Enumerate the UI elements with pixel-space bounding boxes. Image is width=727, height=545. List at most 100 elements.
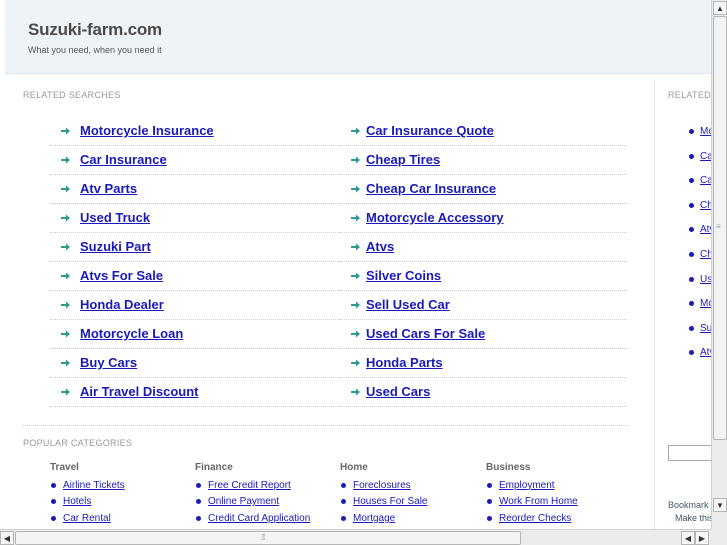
- category-item[interactable]: Free Credit Report: [195, 477, 310, 494]
- related-search-link[interactable]: Honda Dealer: [80, 297, 164, 312]
- horizontal-scroll-thumb[interactable]: ⁞⁞⁞: [15, 531, 521, 545]
- sidebar-link[interactable]: Mc: [700, 126, 711, 137]
- vertical-scroll-thumb[interactable]: ≡: [713, 16, 727, 440]
- category-item[interactable]: Houses For Sale: [340, 494, 427, 511]
- category-link[interactable]: Car Rental: [63, 513, 111, 524]
- related-search-link[interactable]: Atv Parts: [80, 181, 137, 196]
- related-search-item[interactable]: Cheap Car Insurance: [340, 181, 496, 196]
- related-search-link[interactable]: Air Travel Discount: [80, 384, 198, 399]
- bullet-dot-icon: [689, 129, 694, 134]
- related-search-item[interactable]: Car Insurance Quote: [340, 123, 494, 138]
- related-search-item[interactable]: Atv Parts: [50, 181, 137, 196]
- related-search-item[interactable]: Cheap Tires: [340, 152, 440, 167]
- category-item[interactable]: Employment: [486, 477, 578, 494]
- category-item[interactable]: Airline Tickets: [50, 477, 125, 494]
- sidebar-link[interactable]: Ch: [700, 249, 711, 260]
- vertical-scrollbar[interactable]: ▲ ≡ ▼: [711, 0, 727, 529]
- related-search-link[interactable]: Buy Cars: [80, 355, 137, 370]
- related-search-item[interactable]: Atvs For Sale: [50, 268, 163, 283]
- related-search-item[interactable]: Honda Parts: [340, 355, 443, 370]
- category-link[interactable]: Hotels: [63, 496, 91, 507]
- related-search-link[interactable]: Used Cars: [366, 384, 430, 399]
- related-search-item[interactable]: Honda Dealer: [50, 297, 164, 312]
- category-item[interactable]: Mortgage: [340, 510, 427, 527]
- related-search-link[interactable]: Used Cars For Sale: [366, 326, 485, 341]
- category-item[interactable]: Credit Card Application: [195, 510, 310, 527]
- scroll-right-button[interactable]: ▶: [695, 531, 709, 545]
- right-arrow-icon: [350, 329, 362, 339]
- sidebar-link[interactable]: Ca: [700, 151, 711, 162]
- related-search-item[interactable]: Motorcycle Loan: [50, 326, 183, 341]
- sidebar-item[interactable]: Ch: [688, 200, 711, 211]
- related-search-item[interactable]: Used Cars For Sale: [340, 326, 485, 341]
- related-search-link[interactable]: Silver Coins: [366, 268, 441, 283]
- sidebar-item[interactable]: Ca: [688, 151, 711, 162]
- related-search-link[interactable]: Car Insurance Quote: [366, 123, 494, 138]
- category-item[interactable]: Car Rental: [50, 510, 125, 527]
- sidebar-search-input[interactable]: [668, 445, 711, 461]
- related-search-link[interactable]: Cheap Tires: [366, 152, 440, 167]
- related-search-link[interactable]: Atvs For Sale: [80, 268, 163, 283]
- category-link[interactable]: Credit Card Application: [208, 513, 310, 524]
- related-search-link[interactable]: Honda Parts: [366, 355, 443, 370]
- category-link[interactable]: Foreclosures: [353, 480, 411, 491]
- category-link[interactable]: Reorder Checks: [499, 513, 571, 524]
- site-title[interactable]: Suzuki-farm.com: [28, 20, 162, 40]
- related-search-item[interactable]: Motorcycle Insurance: [50, 123, 214, 138]
- related-search-item[interactable]: Sell Used Car: [340, 297, 450, 312]
- related-search-link[interactable]: Cheap Car Insurance: [366, 181, 496, 196]
- sidebar-item[interactable]: Ca: [688, 175, 711, 186]
- category-link[interactable]: Work From Home: [499, 496, 578, 507]
- related-search-item[interactable]: Silver Coins: [340, 268, 441, 283]
- category-item[interactable]: Reorder Checks: [486, 510, 578, 527]
- bookmark-link[interactable]: Bookmark: [668, 500, 709, 510]
- related-search-item[interactable]: Motorcycle Accessory: [340, 210, 504, 225]
- sidebar-item[interactable]: Mc: [688, 126, 711, 137]
- related-search-item[interactable]: Atvs: [340, 239, 394, 254]
- related-search-item[interactable]: Car Insurance: [50, 152, 167, 167]
- sidebar-link[interactable]: Ca: [700, 175, 711, 186]
- sidebar-link[interactable]: Atv: [700, 347, 711, 358]
- sidebar-item[interactable]: Atv: [688, 347, 711, 358]
- related-search-item[interactable]: Used Cars: [340, 384, 430, 399]
- category-link[interactable]: Free Credit Report: [208, 480, 291, 491]
- sidebar-link[interactable]: Us: [700, 274, 711, 285]
- related-search-item[interactable]: Suzuki Part: [50, 239, 151, 254]
- related-search-item[interactable]: Buy Cars: [50, 355, 137, 370]
- sidebar-link[interactable]: Mc: [700, 298, 711, 309]
- related-search-link[interactable]: Motorcycle Loan: [80, 326, 183, 341]
- category-link[interactable]: Houses For Sale: [353, 496, 427, 507]
- sidebar-item[interactable]: Atv: [688, 224, 711, 235]
- related-search-item[interactable]: Used Truck: [50, 210, 150, 225]
- related-search-item[interactable]: Air Travel Discount: [50, 384, 198, 399]
- horizontal-scrollbar[interactable]: ◀ ⁞⁞⁞ ◀ ▶: [0, 529, 711, 545]
- make-homepage-link[interactable]: Make this: [675, 513, 711, 523]
- related-search-link[interactable]: Motorcycle Accessory: [366, 210, 504, 225]
- related-search-link[interactable]: Sell Used Car: [366, 297, 450, 312]
- sidebar-link[interactable]: Atv: [700, 224, 711, 235]
- related-search-link[interactable]: Used Truck: [80, 210, 150, 225]
- category-item[interactable]: Work From Home: [486, 494, 578, 511]
- scroll-left-button[interactable]: ◀: [0, 531, 14, 545]
- category-item[interactable]: Hotels: [50, 494, 125, 511]
- related-search-link[interactable]: Atvs: [366, 239, 394, 254]
- sidebar-item[interactable]: Su: [688, 323, 711, 334]
- category-link[interactable]: Airline Tickets: [63, 480, 125, 491]
- bullet-dot-icon: [689, 276, 694, 282]
- scroll-left-button-2[interactable]: ◀: [681, 531, 695, 545]
- sidebar-item[interactable]: Ch: [688, 249, 711, 260]
- sidebar-item[interactable]: Us: [688, 274, 711, 285]
- related-search-link[interactable]: Car Insurance: [80, 152, 167, 167]
- sidebar-link[interactable]: Ch: [700, 200, 711, 211]
- category-link[interactable]: Online Payment: [208, 496, 279, 507]
- category-link[interactable]: Mortgage: [353, 513, 395, 524]
- scroll-up-button[interactable]: ▲: [713, 1, 727, 15]
- scroll-down-button[interactable]: ▼: [713, 498, 727, 512]
- category-item[interactable]: Foreclosures: [340, 477, 427, 494]
- category-link[interactable]: Employment: [499, 480, 555, 491]
- category-item[interactable]: Online Payment: [195, 494, 310, 511]
- sidebar-link[interactable]: Su: [700, 323, 711, 334]
- sidebar-item[interactable]: Mc: [688, 298, 711, 309]
- related-search-link[interactable]: Motorcycle Insurance: [80, 123, 214, 138]
- related-search-link[interactable]: Suzuki Part: [80, 239, 151, 254]
